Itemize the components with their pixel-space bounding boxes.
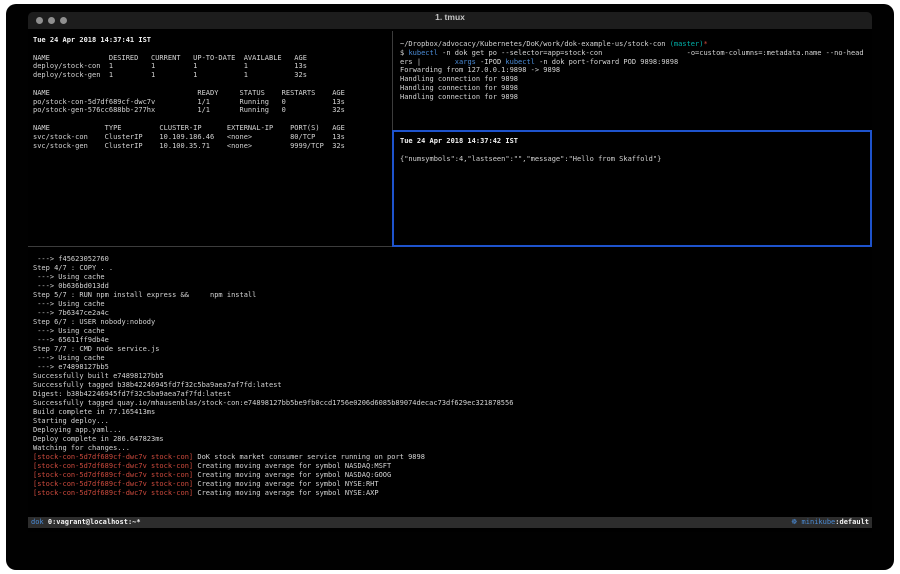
status-window-item[interactable]: 0:vagrant@localhost:~* <box>44 518 141 526</box>
terminal-line: Step 6/7 : USER nobody:nobody <box>33 318 871 327</box>
terminal-line <box>33 80 391 89</box>
terminal-line: ers | xargs -IPOD kubectl -n dok port-fo… <box>400 58 872 67</box>
terminal-line: ---> f45623052760 <box>33 255 871 264</box>
tmux-session: Tue 24 Apr 2018 14:37:41 IST NAME DESIRED… <box>28 29 872 532</box>
terminal-line: deploy/stock-gen 1 1 1 1 32s <box>33 71 391 80</box>
terminal-line: NAME DESIRED CURRENT UP-TO-DATE AVAILABL… <box>33 54 391 63</box>
terminal-line: Tue 24 Apr 2018 14:37:42 IST <box>400 137 870 146</box>
terminal-line: po/stock-con-5d7df689cf-dwc7v 1/1 Runnin… <box>33 98 391 107</box>
terminal-line: NAME TYPE CLUSTER-IP EXTERNAL-IP PORT(S)… <box>33 124 391 133</box>
pane-kubectl-watch[interactable]: Tue 24 Apr 2018 14:37:41 IST NAME DESIRED… <box>33 36 391 150</box>
terminal-line: Tue 24 Apr 2018 14:37:41 IST <box>33 36 391 45</box>
terminal-line: ---> 0b636bd013dd <box>33 282 871 291</box>
active-pane-border-top <box>392 130 872 132</box>
terminal-line: [stock-con-5d7df689cf-dwc7v stock-con] C… <box>33 489 871 498</box>
terminal-line: Deploy complete in 286.647823ms <box>33 435 871 444</box>
terminal-line: Watching for changes... <box>33 444 871 453</box>
terminal-line: Digest: b38b42246945fd7f32c5ba9aea7af7fd… <box>33 390 871 399</box>
pane-skaffold-build[interactable]: ---> f45623052760Step 4/7 : COPY . . ---… <box>33 255 871 498</box>
pane-curl-output[interactable]: Tue 24 Apr 2018 14:37:42 IST {"numsymbols… <box>400 137 870 163</box>
status-right: ☸ minikube:default <box>791 517 869 528</box>
terminal-line: Successfully tagged b38b42246945fd7f32c5… <box>33 381 871 390</box>
active-pane-border-bottom <box>392 245 872 247</box>
pane-divider-horizontal-left <box>28 246 392 247</box>
terminal-line: Successfully built e74898127bb5 <box>33 372 871 381</box>
terminal-line <box>33 115 391 124</box>
terminal-line: Handling connection for 9898 <box>400 93 872 102</box>
tmux-status-bar: dok 0:vagrant@localhost:~* ☸ minikube:de… <box>28 517 872 528</box>
window-title: 1. tmux <box>28 12 872 29</box>
terminal-line: ---> e74898127bb5 <box>33 363 871 372</box>
terminal-line: ---> Using cache <box>33 327 871 336</box>
terminal-line: [stock-con-5d7df689cf-dwc7v stock-con] D… <box>33 453 871 462</box>
terminal-line: Handling connection for 9898 <box>400 84 872 93</box>
terminal-line: $ kubectl -n dok get po --selector=app=s… <box>400 49 872 58</box>
terminal-line: ~/Dropbox/advocacy/Kubernetes/DoK/work/d… <box>400 40 872 49</box>
terminal-line: svc/stock-gen ClusterIP 10.100.35.71 <no… <box>33 142 391 151</box>
active-pane-border-left <box>392 130 394 247</box>
terminal-line: Step 7/7 : CMD node service.js <box>33 345 871 354</box>
terminal-line: ---> 7b6347ce2a4c <box>33 309 871 318</box>
terminal-line: Deploying app.yaml... <box>33 426 871 435</box>
terminal-line: Forwarding from 127.0.0.1:9898 -> 9898 <box>400 66 872 75</box>
terminal-line: Successfully tagged quay.io/mhausenblas/… <box>33 399 871 408</box>
terminal-line: NAME READY STATUS RESTARTS AGE <box>33 89 391 98</box>
terminal-line: [stock-con-5d7df689cf-dwc7v stock-con] C… <box>33 471 871 480</box>
terminal-line: ---> Using cache <box>33 273 871 282</box>
terminal-line: deploy/stock-con 1 1 1 1 13s <box>33 62 391 71</box>
terminal-line: Starting deploy... <box>33 417 871 426</box>
pane-port-forward[interactable]: ~/Dropbox/advocacy/Kubernetes/DoK/work/d… <box>400 40 872 102</box>
window-titlebar: 1. tmux <box>28 12 872 29</box>
terminal-line: [stock-con-5d7df689cf-dwc7v stock-con] C… <box>33 480 871 489</box>
active-pane-border-right <box>870 130 872 247</box>
terminal-line: {"numsymbols":4,"lastseen":"","message":… <box>400 155 870 164</box>
terminal-line: Build complete in 77.165413ms <box>33 408 871 417</box>
terminal-line <box>33 45 391 54</box>
kube-context: minikube <box>797 518 835 526</box>
kube-namespace: :default <box>835 518 869 526</box>
terminal-line: ---> Using cache <box>33 354 871 363</box>
session-name[interactable]: dok <box>31 518 44 526</box>
pane-divider-vertical-top <box>392 31 393 130</box>
terminal-line: [stock-con-5d7df689cf-dwc7v stock-con] C… <box>33 462 871 471</box>
terminal-line: ---> 65611ff9db4e <box>33 336 871 345</box>
terminal-line: Step 5/7 : RUN npm install express && np… <box>33 291 871 300</box>
terminal-line: svc/stock-con ClusterIP 10.109.186.46 <n… <box>33 133 391 142</box>
terminal-line: po/stock-gen-576cc688bb-277hx 1/1 Runnin… <box>33 106 391 115</box>
terminal-line <box>400 146 870 155</box>
terminal-line: Handling connection for 9898 <box>400 75 872 84</box>
terminal-line: ---> Using cache <box>33 300 871 309</box>
terminal-window: 1. tmux Tue 24 Apr 2018 14:37:41 IST NAME… <box>6 4 894 570</box>
terminal-line: Step 4/7 : COPY . . <box>33 264 871 273</box>
